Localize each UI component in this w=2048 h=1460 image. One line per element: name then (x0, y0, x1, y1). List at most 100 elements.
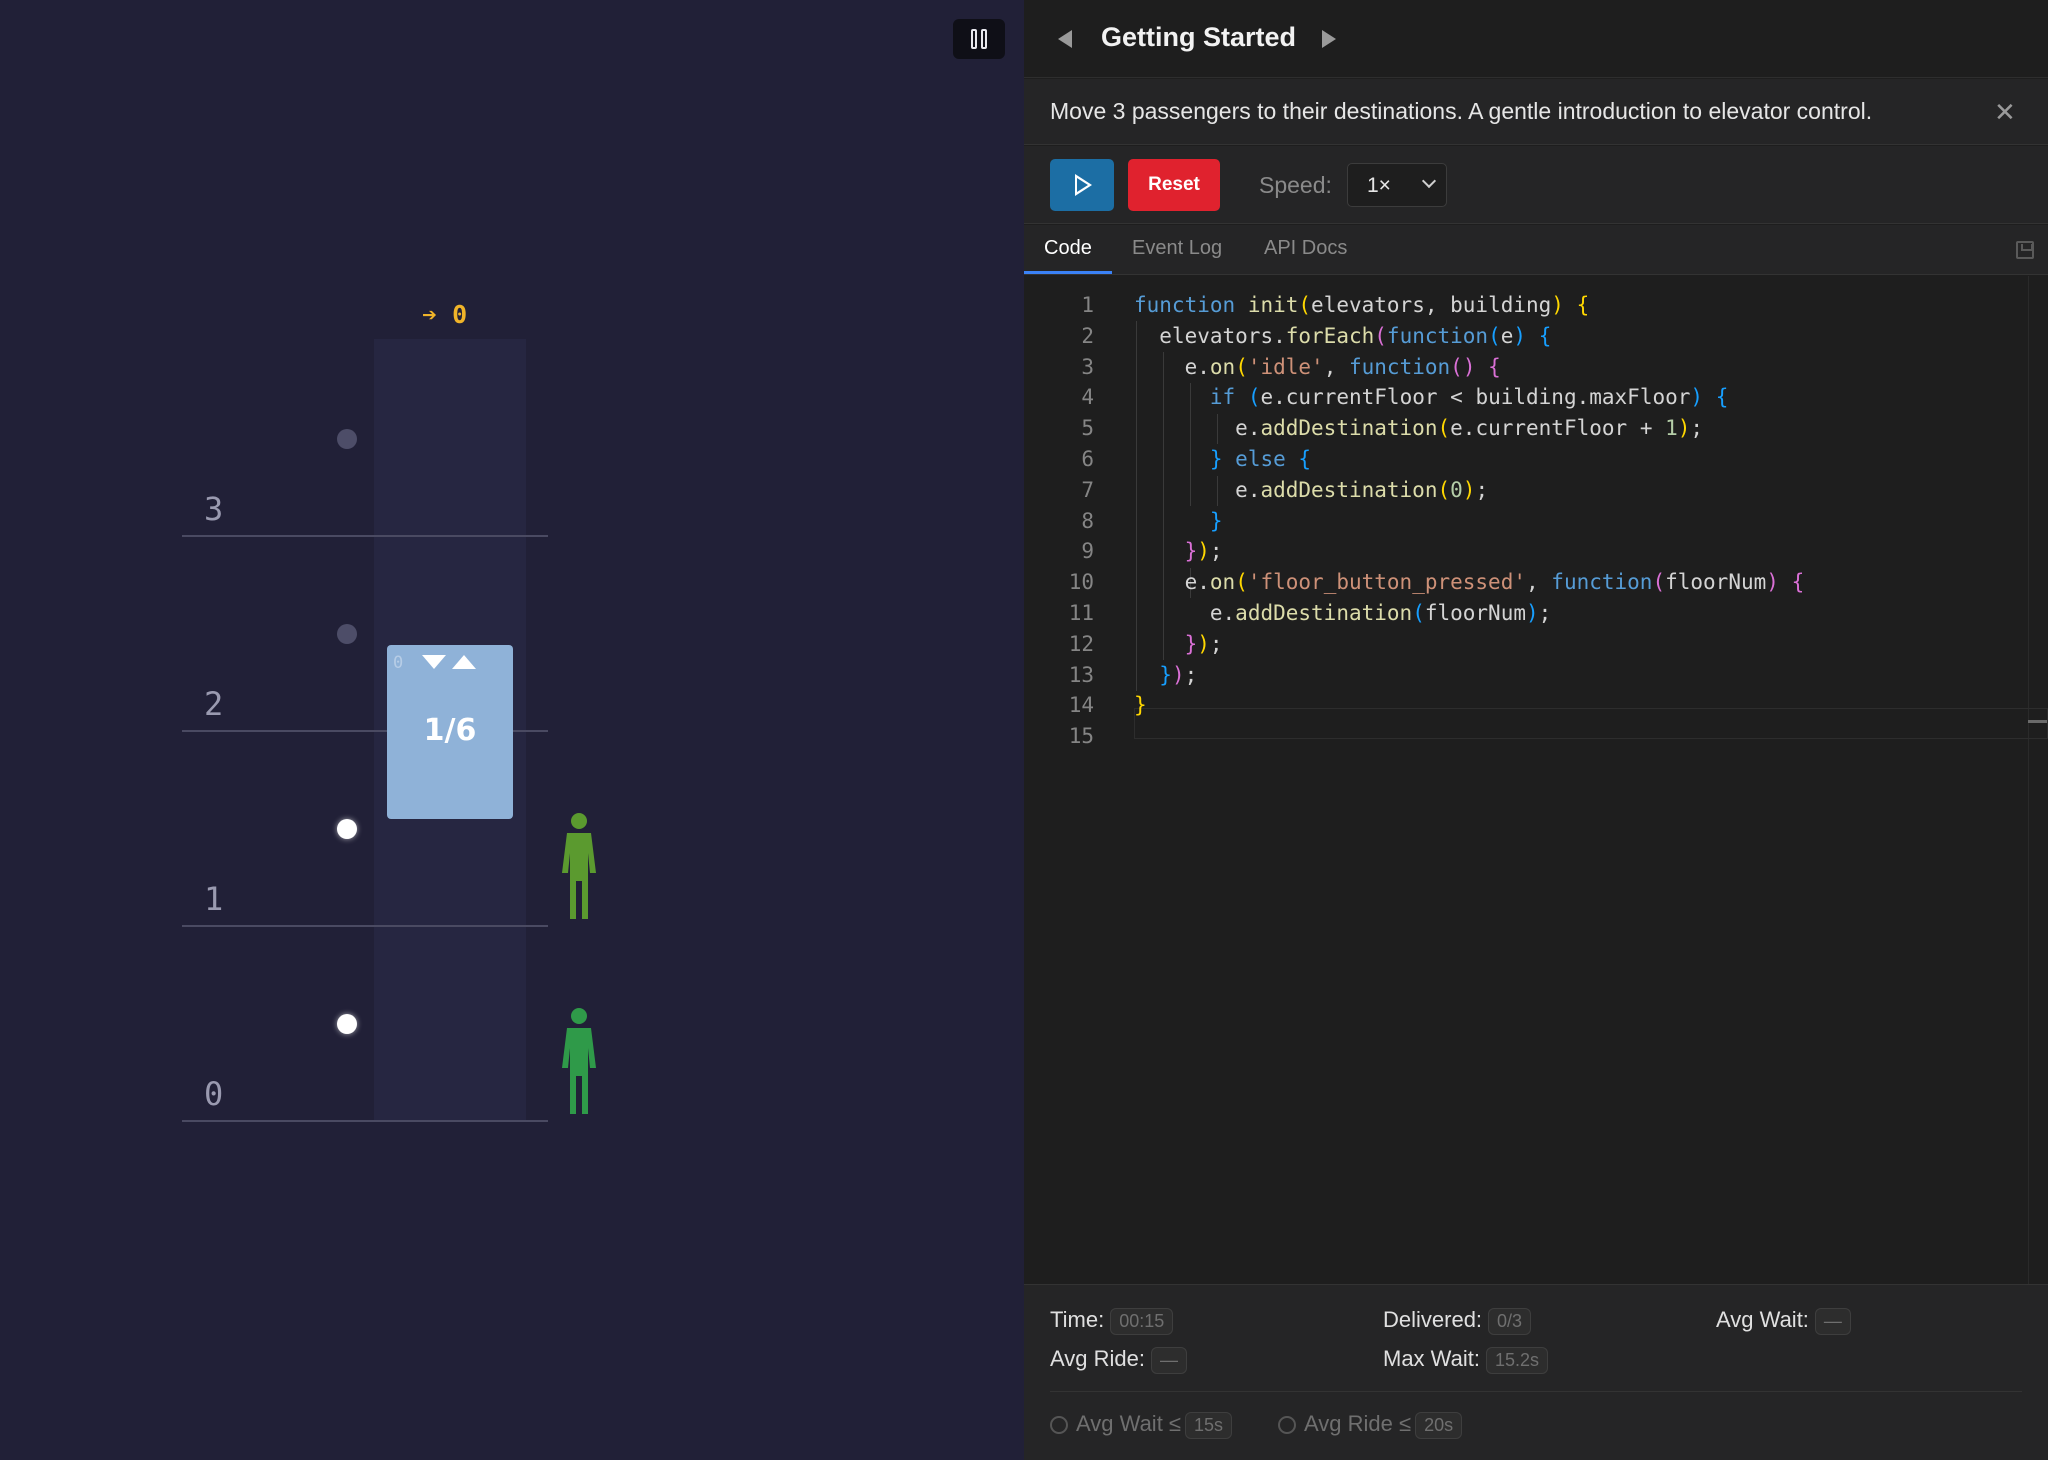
goal-avg-ride: Avg Ride ≤20s (1278, 1411, 1463, 1439)
columns-icon (971, 29, 977, 49)
stats-divider (1050, 1391, 2022, 1392)
elevator-load: 1/6 (423, 713, 477, 748)
code-line: e.addDestination(floorNum); (1209, 600, 1552, 625)
code-line: e.on('idle', function() { (1184, 354, 1501, 379)
play-button[interactable] (1050, 159, 1114, 211)
line-number-gutter: 1 2 3 4 5 6 7 8 9 10 11 12 13 14 15 (1024, 290, 1094, 752)
code-line: if (e.currentFloor < building.maxFloor) … (1209, 385, 1729, 410)
code-editor[interactable]: 1 2 3 4 5 6 7 8 9 10 11 12 13 14 15 func… (1024, 276, 2048, 1284)
stat-time: Time: 00:15 (1050, 1307, 1174, 1335)
line-number: 14 (1068, 693, 1094, 718)
speed-value: 1× (1367, 174, 1391, 197)
floor-label-2: 2 (204, 685, 224, 723)
line-number: 10 (1068, 570, 1094, 595)
passenger-floor-0 (562, 1008, 596, 1114)
code-line: } (1209, 508, 1223, 533)
code-line: e.addDestination(0); (1235, 477, 1489, 502)
columns-icon-right (981, 29, 987, 49)
floor-line-0 (182, 1120, 548, 1122)
goal-avg-ride-label: Avg Ride ≤ (1304, 1411, 1412, 1436)
level-header: Getting Started (1024, 0, 2048, 78)
floor-line-1 (182, 925, 548, 927)
passenger-floor-1 (562, 813, 596, 919)
code-line: elevators.forEach(function(e) { (1159, 323, 1552, 348)
call-button-floor-1[interactable] (337, 819, 357, 839)
line-number: 5 (1081, 416, 1094, 441)
goal-status-icon (1278, 1416, 1296, 1434)
direction-up-icon (452, 655, 476, 669)
stat-delivered-label: Delivered: (1383, 1307, 1483, 1332)
active-tab-indicator (1024, 271, 1112, 274)
floor-label-3: 3 (204, 490, 224, 528)
code-line: } (1134, 693, 1147, 718)
call-button-floor-3[interactable] (337, 429, 357, 449)
code-line: e.on('floor_button_pressed', function(fl… (1184, 570, 1805, 595)
level-description-bar: Move 3 passengers to their destinations.… (1024, 79, 2048, 145)
line-number: 11 (1068, 600, 1094, 625)
line-number: 2 (1081, 323, 1094, 348)
close-icon[interactable]: ✕ (1994, 97, 2016, 128)
stats-panel: Time: 00:15 Delivered: 0/3 Avg Wait: — Avg … (1024, 1284, 2048, 1460)
editor-panel: Getting Started Move 3 passengers to the… (1024, 0, 2048, 1460)
stat-avg-wait-label: Avg Wait: (1716, 1307, 1809, 1332)
code-line: }); (1159, 662, 1198, 687)
previous-level-icon[interactable] (1058, 30, 1072, 48)
direction-down-icon (422, 655, 446, 669)
code-line: } else { (1209, 446, 1312, 471)
stat-avg-wait: Avg Wait: — (1716, 1307, 1851, 1335)
floor-label-1: 1 (204, 880, 224, 918)
speed-label: Speed: (1259, 172, 1332, 198)
tab-code[interactable]: Code (1044, 237, 1092, 260)
code-line: }); (1184, 539, 1223, 564)
speed-select[interactable]: 1× (1347, 163, 1447, 207)
stat-max-wait-value: 15.2s (1485, 1347, 1549, 1374)
stat-avg-ride-label: Avg Ride: (1050, 1346, 1145, 1371)
stat-time-value: 00:15 (1110, 1308, 1174, 1335)
reset-button[interactable]: Reset (1128, 159, 1220, 211)
line-number: 6 (1081, 446, 1094, 471)
tab-event-log[interactable]: Event Log (1132, 237, 1222, 260)
goal-status-icon (1050, 1416, 1068, 1434)
stat-avg-ride-value: — (1150, 1347, 1187, 1374)
level-title: Getting Started (1101, 22, 1297, 52)
save-icon[interactable] (2016, 241, 2034, 259)
elevator-car: 0 1/6 (387, 645, 513, 819)
code-line: function init(elevators, building) { (1134, 293, 1590, 317)
goal-avg-wait-value: 15s (1185, 1412, 1233, 1439)
elevator-floor-indicator: 0 (393, 653, 404, 673)
line-number: 1 (1081, 293, 1094, 317)
stat-avg-ride: Avg Ride: — (1050, 1346, 1187, 1374)
code-lines[interactable]: function init(elevators, building) { ele… (1134, 290, 2034, 752)
layout-toggle-button[interactable] (953, 19, 1005, 59)
line-number: 7 (1081, 477, 1094, 502)
call-button-floor-0[interactable] (337, 1014, 357, 1034)
line-number: 4 (1081, 385, 1094, 410)
chevron-down-icon (1421, 173, 1437, 189)
line-number: 3 (1081, 354, 1094, 379)
app-root: ➔ 0 3 2 1 0 0 1/6 Getting Started Move 3… (0, 0, 2048, 1460)
next-level-icon[interactable] (1322, 30, 1336, 48)
tab-api-docs[interactable]: API Docs (1264, 237, 1347, 260)
floor-label-0: 0 (204, 1075, 224, 1113)
line-number: 13 (1068, 662, 1094, 687)
stat-delivered-value: 0/3 (1488, 1308, 1532, 1335)
line-number: 15 (1068, 724, 1094, 749)
line-number: 9 (1081, 539, 1094, 564)
stat-avg-wait-value: — (1814, 1308, 1851, 1335)
goal-avg-wait: Avg Wait ≤15s (1050, 1411, 1233, 1439)
simulation-view: ➔ 0 3 2 1 0 0 1/6 (0, 0, 1024, 1460)
destination-indicator: ➔ 0 (422, 300, 468, 329)
tab-bar: Code Event Log API Docs (1024, 225, 2048, 275)
line-number: 12 (1068, 631, 1094, 656)
goal-avg-ride-value: 20s (1415, 1412, 1463, 1439)
stat-delivered: Delivered: 0/3 (1383, 1307, 1532, 1335)
call-button-floor-2[interactable] (337, 624, 357, 644)
floor-line-3 (182, 535, 548, 537)
stat-time-label: Time: (1050, 1307, 1105, 1332)
control-bar: Reset Speed: 1× (1024, 146, 2048, 224)
level-description: Move 3 passengers to their destinations.… (1050, 98, 1873, 124)
goal-avg-wait-label: Avg Wait ≤ (1076, 1411, 1181, 1436)
play-icon-hollow (1077, 178, 1088, 192)
line-number: 8 (1081, 508, 1094, 533)
